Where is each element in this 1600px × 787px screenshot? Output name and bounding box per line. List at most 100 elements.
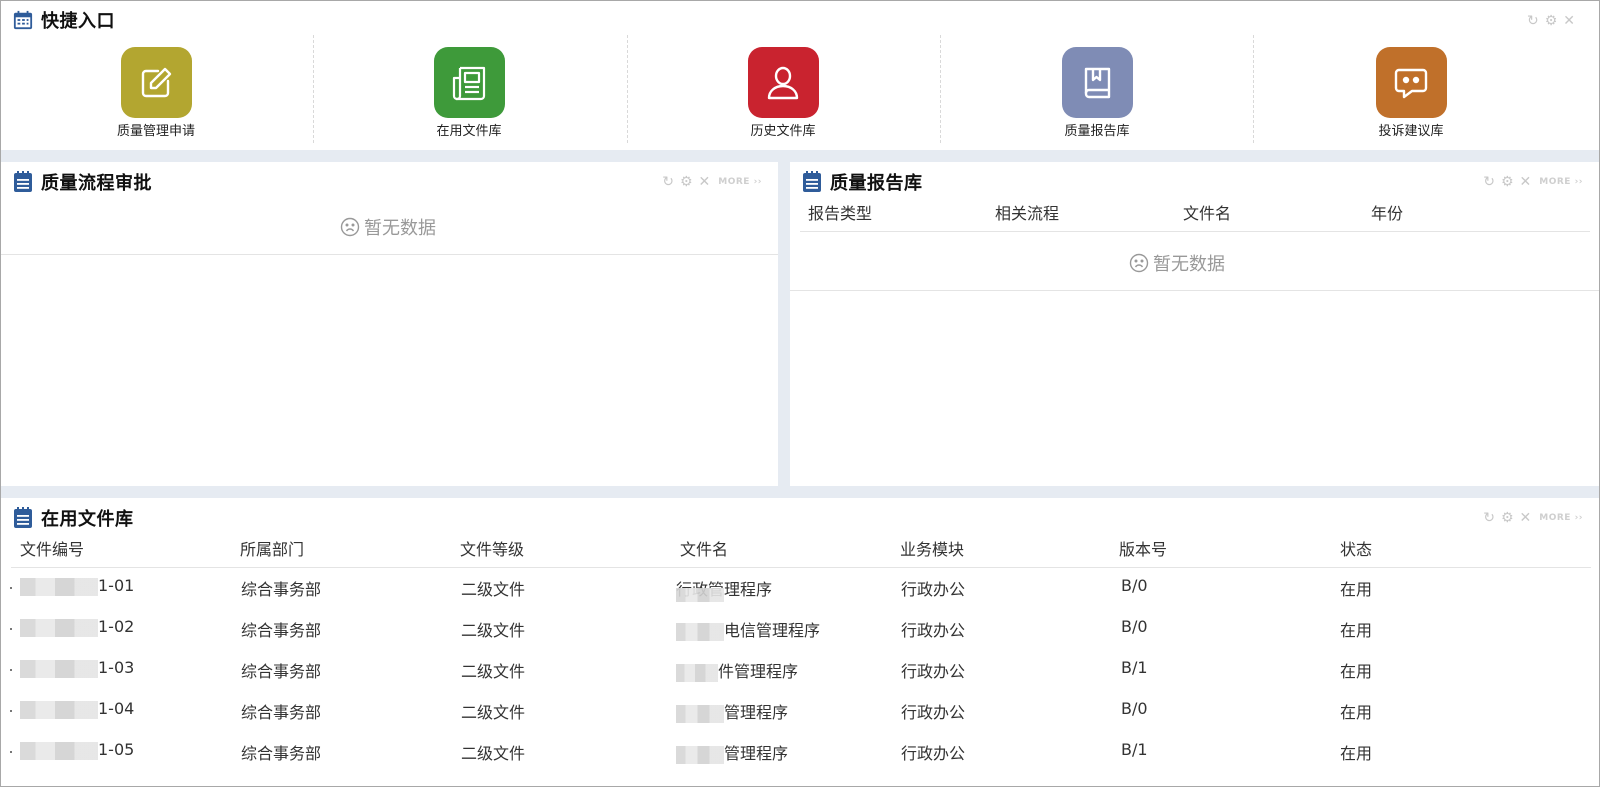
- quick-entry-label: 质量报告库: [1064, 124, 1130, 139]
- more-link[interactable]: MORE ››: [1539, 513, 1583, 523]
- cell-version: B/0: [1121, 617, 1148, 636]
- document-icon: [452, 66, 486, 100]
- panel-header: 质量报告库: [802, 169, 923, 195]
- cell-module: 行政办公: [901, 703, 966, 722]
- divider: [1253, 35, 1254, 143]
- quick-entry-label: 历史文件库: [750, 124, 816, 139]
- column-header-version: 版本号: [1119, 540, 1168, 559]
- tile[interactable]: [1061, 47, 1133, 118]
- cell-version: B/0: [1121, 576, 1148, 595]
- bullet: [10, 587, 12, 589]
- quick-entry-label: 投诉建议库: [1378, 124, 1444, 139]
- divider: [940, 35, 941, 143]
- cell-dept: 综合事务部: [241, 662, 322, 681]
- panel-title: 在用文件库: [41, 509, 134, 530]
- edit-icon: [141, 67, 172, 97]
- quick-entry-label: 在用文件库: [436, 124, 502, 139]
- redacted-block: [20, 659, 98, 678]
- quick-entry-quality-apply[interactable]: 质量管理申请: [91, 47, 221, 139]
- refresh-icon[interactable]: ↻: [1483, 174, 1495, 190]
- cell-code[interactable]: 1-05: [20, 740, 134, 760]
- cell-code[interactable]: 1-03: [20, 658, 134, 678]
- close-icon[interactable]: ✕: [1520, 174, 1532, 190]
- cell-module: 行政办公: [901, 621, 966, 640]
- close-icon[interactable]: ✕: [1563, 13, 1575, 29]
- cell-level: 二级文件: [461, 621, 526, 640]
- panel-title: 质量流程审批: [41, 173, 152, 194]
- cell-dept: 综合事务部: [241, 744, 322, 763]
- sad-face-icon: [1129, 253, 1149, 273]
- cell-module: 行政办公: [901, 744, 966, 763]
- cell-status: 在用: [1340, 621, 1373, 640]
- active-files-panel: 在用文件库 ↻ ⚙ ✕ MORE ›› 文件编号 所属部门 文件等级 文件名 业…: [1, 498, 1599, 786]
- cell-level: 二级文件: [461, 744, 526, 763]
- cell-status: 在用: [1340, 744, 1373, 763]
- refresh-icon[interactable]: ↻: [1527, 13, 1539, 29]
- redacted-block: [676, 704, 724, 723]
- close-icon[interactable]: ✕: [699, 174, 711, 190]
- cell-name[interactable]: 电信管理程序: [676, 617, 820, 641]
- tile[interactable]: [1375, 47, 1447, 118]
- bullet: [10, 669, 12, 671]
- quick-entry-label: 质量管理申请: [116, 124, 195, 139]
- notepad-icon: [803, 171, 821, 192]
- redacted-block: [20, 618, 98, 637]
- cell-code[interactable]: 1-01: [20, 576, 134, 596]
- redacted-block: [676, 622, 724, 641]
- cell-name[interactable]: 管理程序: [676, 699, 788, 723]
- cell-version: B/1: [1121, 740, 1148, 759]
- column-header-name: 文件名: [680, 540, 729, 559]
- cell-dept: 综合事务部: [241, 580, 322, 599]
- notepad-icon: [14, 171, 32, 192]
- empty-state: 暂无数据: [340, 214, 436, 240]
- column-header: 文件名: [1183, 204, 1232, 223]
- close-icon[interactable]: ✕: [1520, 510, 1532, 526]
- tile[interactable]: [120, 47, 192, 118]
- cell-status: 在用: [1340, 662, 1373, 681]
- empty-text: 暂无数据: [1153, 254, 1225, 275]
- column-header: 年份: [1371, 204, 1404, 223]
- empty-state: 暂无数据: [1129, 250, 1225, 276]
- quick-entry-active-files[interactable]: 在用文件库: [404, 47, 534, 139]
- sad-face-icon: [340, 217, 360, 237]
- tile[interactable]: [433, 47, 505, 118]
- column-header-level: 文件等级: [460, 540, 525, 559]
- quick-entry-quality-reports[interactable]: 质量报告库: [1032, 47, 1162, 139]
- quick-entry-history-files[interactable]: 历史文件库: [718, 47, 848, 139]
- divider: [790, 290, 1599, 291]
- more-link[interactable]: MORE ››: [718, 177, 762, 187]
- cell-name[interactable]: 件管理程序: [676, 658, 798, 682]
- panel-header: 质量流程审批: [13, 169, 152, 195]
- column-header-dept: 所属部门: [240, 540, 305, 559]
- cell-code[interactable]: 1-02: [20, 617, 134, 637]
- tile[interactable]: [747, 47, 819, 118]
- panel-tools: ↻ ⚙ ✕ MORE ››: [662, 174, 762, 190]
- refresh-icon[interactable]: ↻: [1483, 510, 1495, 526]
- gear-icon[interactable]: ⚙: [1545, 13, 1558, 29]
- gear-icon[interactable]: ⚙: [1501, 174, 1514, 190]
- panel-header: 在用文件库: [13, 505, 134, 531]
- divider: [11, 567, 1591, 568]
- redacted-block: [20, 700, 98, 719]
- cell-level: 二级文件: [461, 703, 526, 722]
- redacted-block: [676, 745, 724, 764]
- user-icon: [767, 66, 799, 99]
- quick-entry-panel: 快捷入口 ↻ ⚙ ✕ 质量管理申请 在用文件库 历史文件库 质量报告库 投诉建议…: [1, 1, 1599, 150]
- more-link[interactable]: MORE ››: [1539, 177, 1583, 187]
- column-header: 报告类型: [808, 204, 873, 223]
- cell-version: B/0: [1121, 699, 1148, 718]
- cell-version: B/1: [1121, 658, 1148, 677]
- gear-icon[interactable]: ⚙: [1501, 510, 1514, 526]
- panel-title: 快捷入口: [41, 11, 115, 32]
- cell-dept: 综合事务部: [241, 703, 322, 722]
- cell-level: 二级文件: [461, 580, 526, 599]
- quick-entry-complaints[interactable]: 投诉建议库: [1346, 47, 1476, 139]
- empty-text: 暂无数据: [364, 218, 436, 239]
- cell-name[interactable]: 管理程序: [676, 740, 788, 764]
- refresh-icon[interactable]: ↻: [662, 174, 674, 190]
- cell-code[interactable]: 1-04: [20, 699, 134, 719]
- panel-title: 质量报告库: [830, 173, 923, 194]
- gear-icon[interactable]: ⚙: [680, 174, 693, 190]
- calendar-icon: [13, 10, 33, 30]
- divider: [800, 231, 1590, 232]
